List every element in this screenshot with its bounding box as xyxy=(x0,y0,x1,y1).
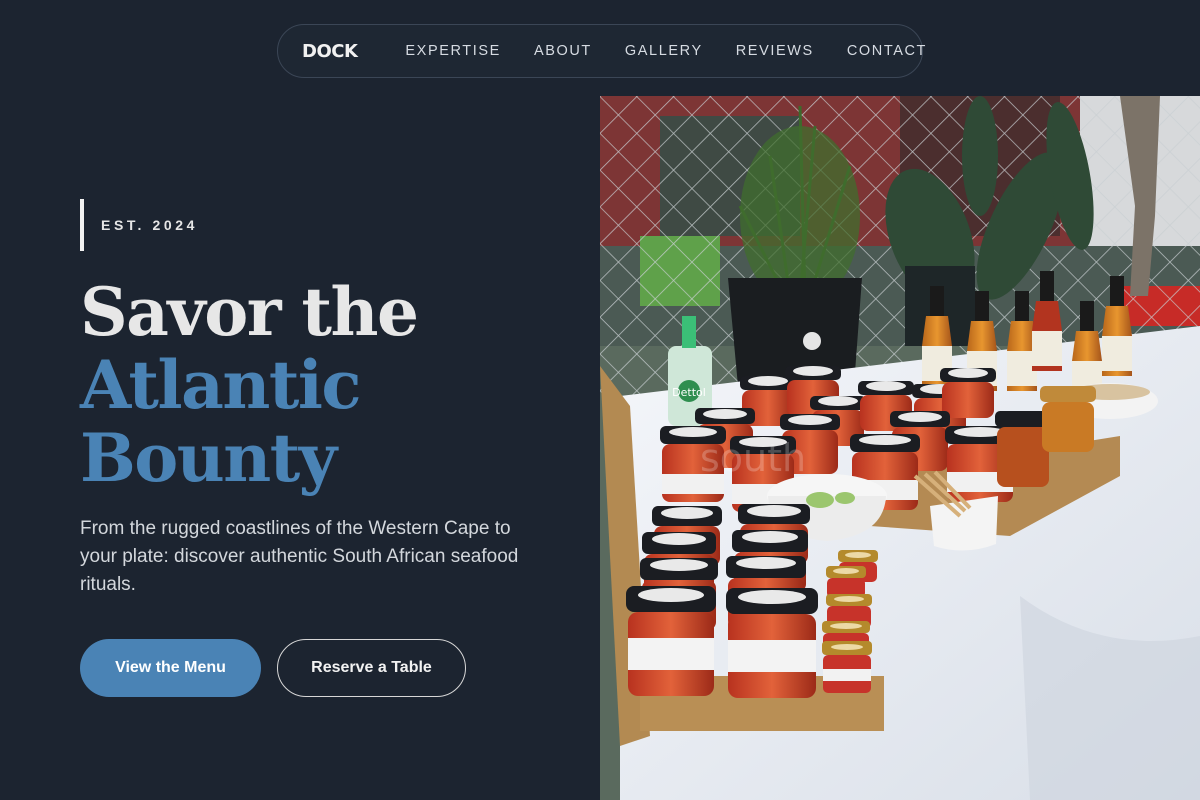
hero-photo-market-table: Dettol south xyxy=(600,96,1200,800)
reserve-table-button[interactable]: Reserve a Table xyxy=(277,639,466,697)
nav-link-about[interactable]: ABOUT xyxy=(534,43,592,59)
nav-links: EXPERTISE ABOUT GALLERY REVIEWS CONTACT xyxy=(405,43,927,59)
hero-headline: Savor the Atlantic Bounty xyxy=(80,273,419,497)
nav-link-expertise[interactable]: EXPERTISE xyxy=(405,43,501,59)
headline-line-1: Savor the xyxy=(80,273,419,351)
headline-line-2: Atlantic xyxy=(80,346,362,424)
top-nav: DOCK EXPERTISE ABOUT GALLERY REVIEWS CON… xyxy=(277,24,925,78)
nav-link-reviews[interactable]: REVIEWS xyxy=(736,43,814,59)
nav-link-contact[interactable]: CONTACT xyxy=(847,43,927,59)
headline-line-3: Bounty xyxy=(80,419,337,497)
sanitizer-label: Dettol xyxy=(672,386,706,399)
market-table-illustration: Dettol south xyxy=(600,96,1200,800)
view-menu-button[interactable]: View the Menu xyxy=(80,639,261,697)
nav-link-gallery[interactable]: GALLERY xyxy=(625,43,703,59)
established-eyebrow: EST. 2024 xyxy=(80,199,198,251)
brand-logo[interactable]: DOCK xyxy=(302,41,358,62)
photo-watermark: south xyxy=(700,436,806,480)
hero-description: From the rugged coastlines of the Wester… xyxy=(80,518,519,595)
